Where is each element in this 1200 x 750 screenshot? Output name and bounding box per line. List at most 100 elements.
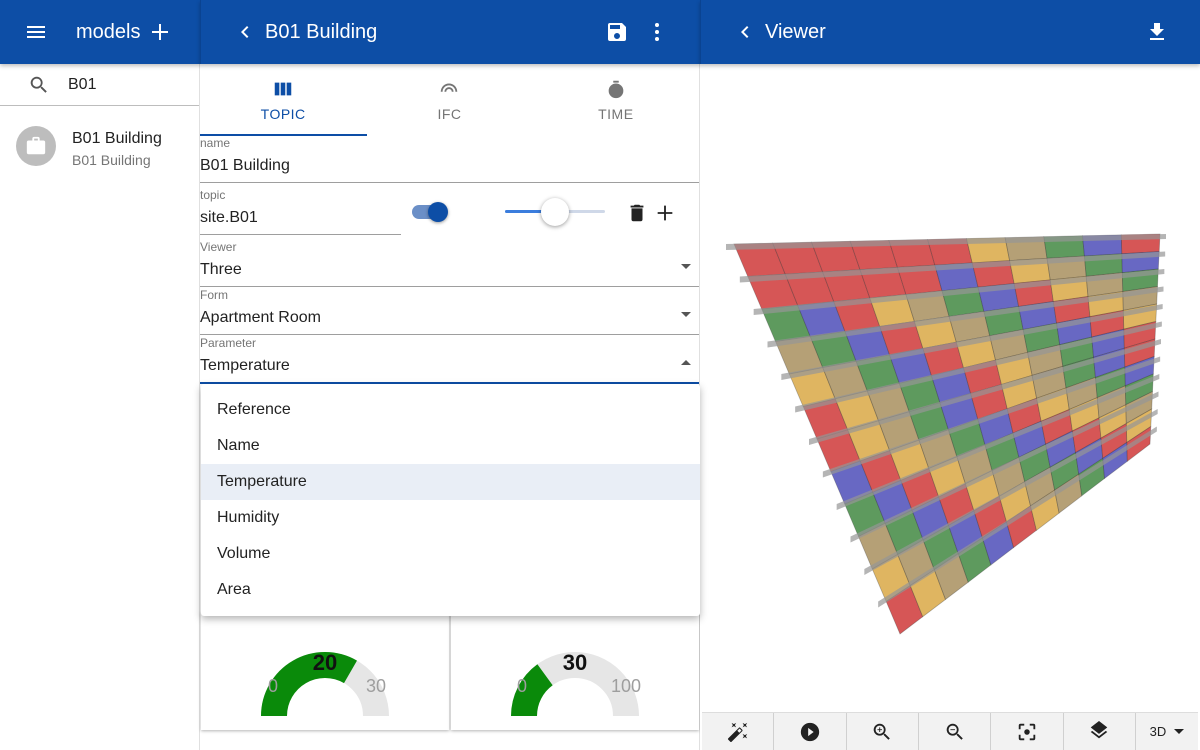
search-bar [0, 64, 199, 106]
viewer-select-value: Three [200, 261, 242, 278]
save-icon [608, 23, 626, 41]
gauge-max: 30 [366, 676, 387, 696]
avatar [16, 126, 56, 166]
topic-actions [626, 202, 676, 224]
parameter-menu: Reference Name Temperature Humidity Volu… [201, 384, 700, 616]
tab-time[interactable]: TIME [533, 64, 699, 136]
form-select-value: Apartment Room [200, 309, 321, 326]
fit-view-button[interactable] [991, 713, 1064, 750]
model-detail-app-bar: B01 Building [200, 0, 700, 64]
name-field[interactable]: name B01 Building [200, 136, 699, 183]
search-input[interactable] [68, 75, 188, 94]
viewer-back-button[interactable] [733, 20, 757, 44]
name-field-label: name [200, 136, 231, 150]
chevron-left-icon [741, 26, 749, 38]
menu-item-reference[interactable]: Reference [201, 392, 700, 428]
models-title: models [76, 21, 141, 43]
plus-icon [657, 205, 673, 221]
menu-item-area[interactable]: Area [201, 572, 700, 608]
menu-item-temperature[interactable]: Temperature [201, 464, 700, 500]
play-button[interactable] [774, 713, 847, 750]
gauge-card: 30 0 100 [451, 612, 699, 730]
model-title: B01 Building [265, 21, 378, 43]
more-options-button[interactable] [645, 20, 669, 44]
menu-button[interactable] [24, 20, 48, 44]
briefcase-icon [26, 136, 46, 155]
layers-icon [1091, 720, 1108, 738]
topic-field-value: site.B01 [200, 209, 258, 226]
menu-item-humidity[interactable]: Humidity [201, 500, 700, 536]
gauge-fill [511, 664, 554, 717]
dropdown-arrow-up-icon [681, 360, 691, 365]
dropdown-arrow-icon [681, 264, 691, 269]
topic-slider[interactable] [505, 197, 605, 227]
viewer-select-label: Viewer [200, 240, 237, 254]
menu-item-volume[interactable]: Volume [201, 536, 700, 572]
list-item-subtitle: B01 Building [72, 152, 151, 168]
hamburger-menu-icon [27, 26, 45, 38]
center-focus-icon [1018, 723, 1036, 740]
list-item-title: B01 Building [72, 130, 162, 147]
gauge-max: 100 [611, 676, 642, 696]
tab-ifc[interactable]: IFC [366, 64, 532, 136]
topic-field-label: topic [200, 188, 226, 202]
viewer-select[interactable]: Viewer Three [200, 240, 699, 287]
tab-topic-label: TOPIC [260, 106, 306, 122]
viewer-toolbar: 3D [702, 712, 1198, 750]
search-icon [30, 76, 47, 93]
gauge-min: 0 [517, 676, 528, 696]
gauge-value: 30 [562, 650, 588, 675]
delete-button[interactable] [626, 202, 648, 224]
tab-ifc-label: IFC [437, 106, 462, 122]
view-mode-value: 3D [1149, 724, 1167, 739]
viewer-panel: 3D [700, 64, 1200, 750]
form-select-label: Form [200, 288, 228, 302]
viewer-title: Viewer [765, 21, 826, 43]
plus-icon [152, 24, 168, 40]
download-icon [1150, 23, 1164, 40]
download-button[interactable] [1145, 20, 1169, 44]
radar-icon [441, 83, 458, 92]
parameter-select[interactable]: Parameter Temperature [200, 336, 699, 384]
play-circle-icon [800, 722, 820, 741]
name-field-value: B01 Building [200, 157, 290, 174]
dropdown-arrow-icon [1174, 729, 1185, 734]
viewer-app-bar: Viewer [700, 0, 1200, 64]
back-button[interactable] [233, 20, 257, 44]
parameter-select-value: Temperature [200, 357, 290, 374]
tab-time-label: TIME [598, 106, 634, 122]
zoom-out-icon [946, 723, 963, 740]
models-list-panel: B01 Building B01 Building [0, 64, 200, 750]
zoom-in-icon [874, 723, 891, 740]
zoom-in-button[interactable] [847, 713, 919, 750]
layers-button[interactable] [1064, 713, 1136, 750]
gauge-card: 20 0 30 [201, 612, 449, 730]
form-select[interactable]: Form Apartment Room [200, 288, 699, 335]
view-mode-select[interactable]: 3D [1136, 713, 1198, 750]
parameter-select-label: Parameter [200, 336, 257, 350]
topic-field[interactable]: topic site.B01 [200, 188, 401, 235]
gauge-value: 20 [312, 650, 338, 675]
slider-thumb[interactable] [541, 198, 569, 226]
auto-color-button[interactable] [702, 713, 775, 750]
add-topic-button[interactable] [654, 202, 676, 224]
list-item[interactable]: B01 Building B01 Building [0, 106, 199, 168]
building-model [726, 233, 1166, 635]
add-model-button[interactable] [148, 20, 172, 44]
models-app-bar: models [0, 0, 200, 64]
3d-building-viewer[interactable] [700, 64, 1200, 712]
topic-toggle[interactable] [412, 202, 448, 222]
tab-topic[interactable]: TOPIC [200, 64, 366, 136]
zoom-out-button[interactable] [919, 713, 992, 750]
chevron-left-icon [241, 26, 249, 38]
tab-bar: TOPIC IFC TIME [200, 64, 699, 136]
save-button[interactable] [605, 20, 629, 44]
more-vertical-icon [655, 23, 659, 41]
menu-item-name[interactable]: Name [201, 428, 700, 464]
columns-icon [274, 82, 292, 96]
magic-wand-icon [727, 722, 747, 742]
gauge-min: 0 [268, 676, 279, 696]
dropdown-arrow-icon [681, 312, 691, 317]
trash-icon [630, 204, 644, 222]
clock-icon [608, 80, 624, 99]
